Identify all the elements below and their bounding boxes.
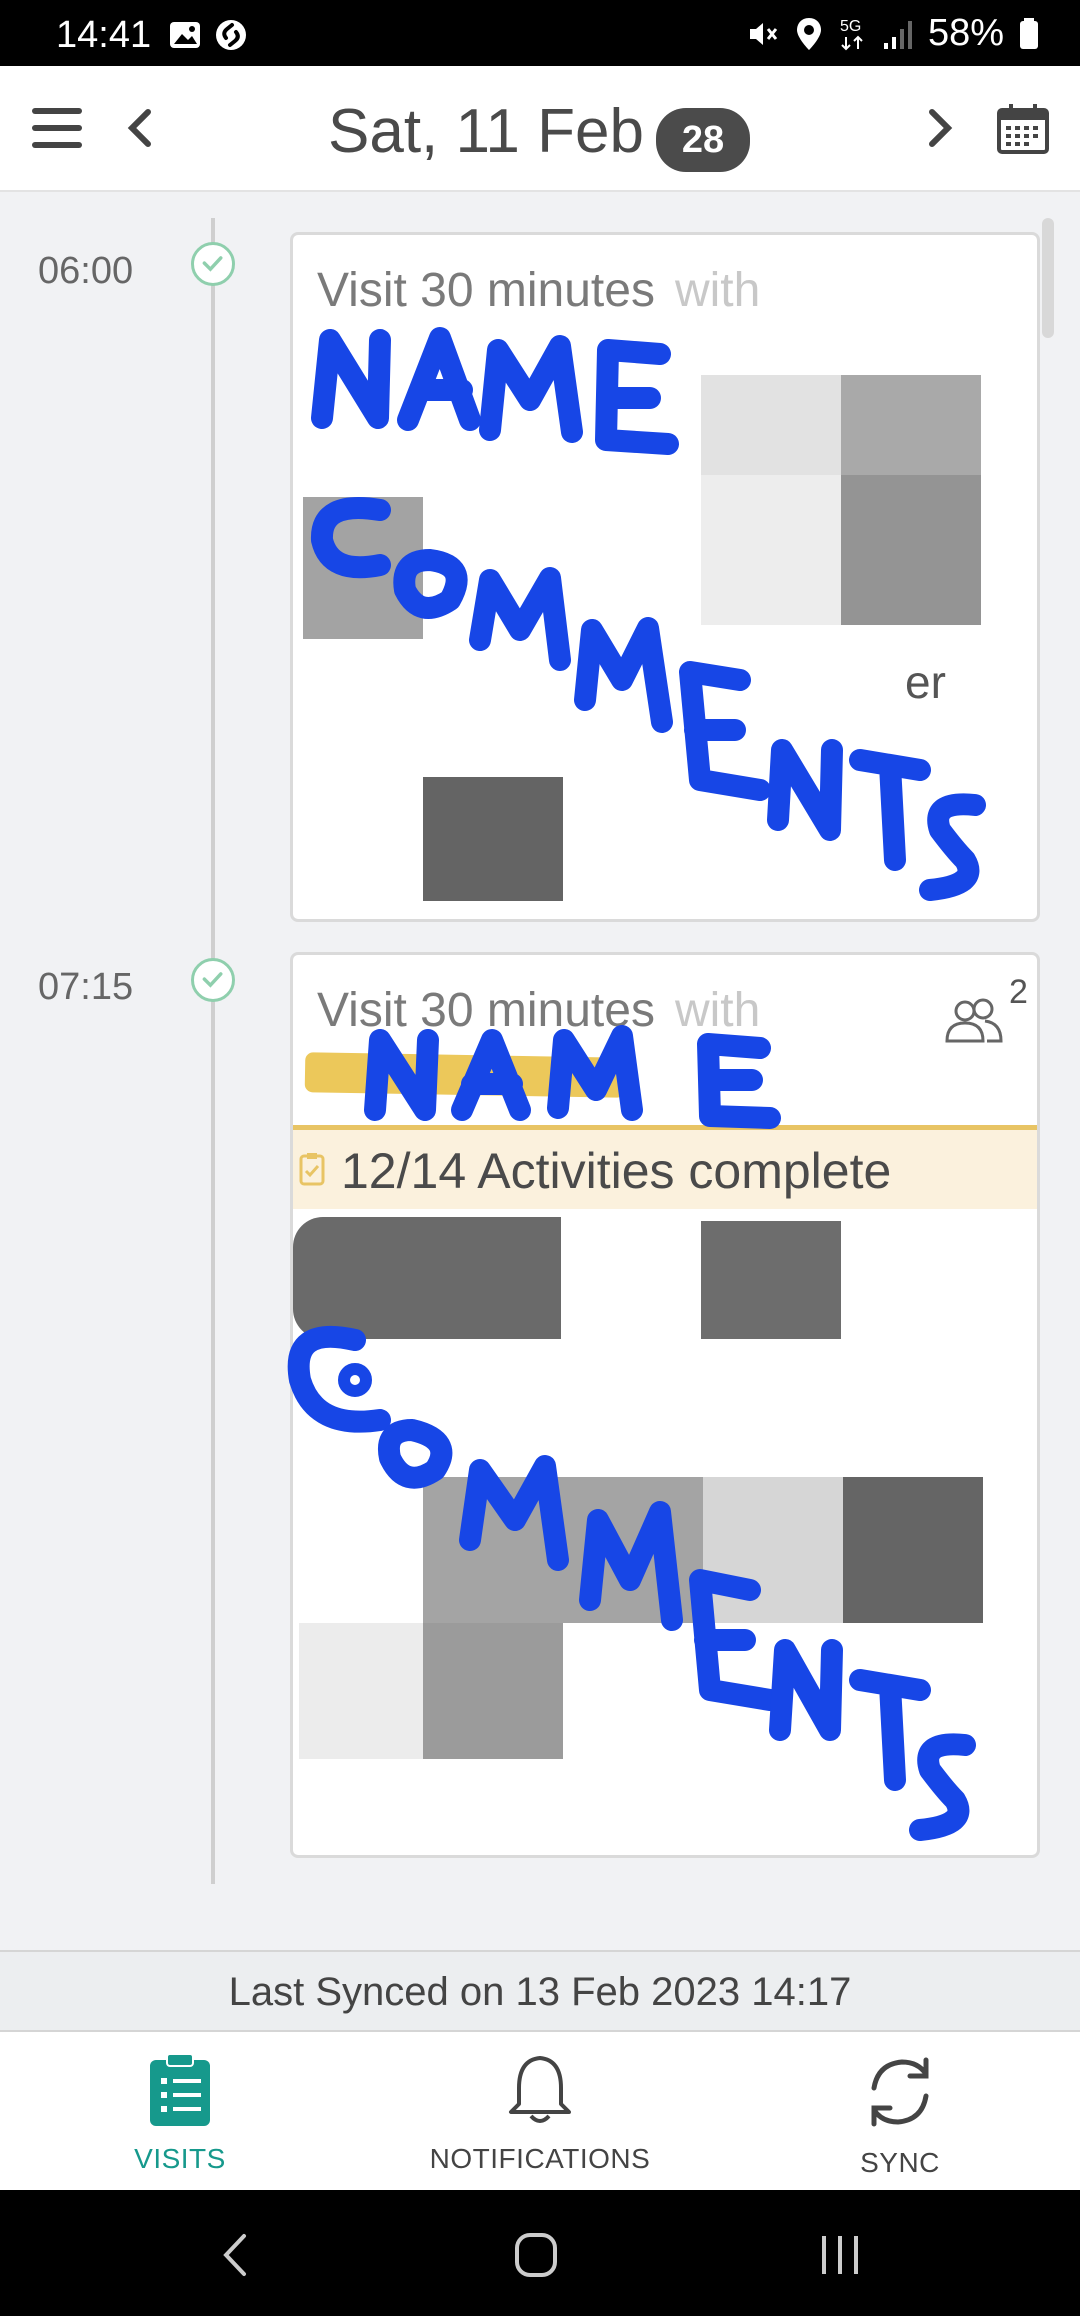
last-synced: Last Synced on 13 Feb 2023 14:17 bbox=[0, 1950, 1080, 2030]
status-bar: 14:41 5G 58% bbox=[0, 0, 1080, 66]
system-nav-bar bbox=[0, 2190, 1080, 2316]
highlight-mark bbox=[304, 1052, 626, 1098]
people-icon bbox=[945, 998, 1003, 1043]
nav-visits[interactable]: VISITS bbox=[100, 2052, 260, 2175]
chevron-left-icon[interactable] bbox=[122, 106, 158, 150]
activities-status: 12/14 Activities complete bbox=[341, 1143, 892, 1199]
battery-percent: 58% bbox=[927, 12, 1004, 54]
redacted-block bbox=[841, 375, 981, 475]
shazam-icon bbox=[216, 20, 246, 50]
status-right: 5G 58% bbox=[746, 12, 1040, 55]
location-icon bbox=[796, 17, 821, 50]
home-icon[interactable] bbox=[514, 2232, 558, 2278]
recents-icon[interactable] bbox=[818, 2234, 864, 2276]
visit-card[interactable]: Visit 30 minutes with 2 12/14 Activities … bbox=[290, 952, 1040, 1858]
back-icon[interactable] bbox=[220, 2232, 250, 2278]
chevron-right-icon[interactable] bbox=[922, 106, 958, 150]
nav-notifications[interactable]: NOTIFICATIONS bbox=[420, 2052, 660, 2175]
scrollbar[interactable] bbox=[1042, 218, 1054, 338]
visit-time: 06:00 bbox=[38, 250, 134, 292]
visit-text-fragment: er bbox=[905, 656, 946, 708]
timeline-line bbox=[211, 218, 215, 1884]
people-count: 2 bbox=[1009, 973, 1028, 1011]
visit-card[interactable]: Visit 30 minutes with er bbox=[290, 232, 1040, 922]
battery-icon bbox=[1020, 17, 1038, 49]
redacted-block bbox=[303, 497, 423, 639]
redacted-block bbox=[701, 375, 841, 475]
redacted-block bbox=[299, 1623, 423, 1759]
redacted-block bbox=[293, 1217, 561, 1339]
page-title[interactable]: Sat, 11 Feb bbox=[328, 96, 644, 167]
activities-bar[interactable]: 12/14 Activities complete bbox=[293, 1125, 1037, 1209]
check-circle-icon bbox=[191, 242, 235, 286]
menu-icon[interactable] bbox=[30, 104, 84, 152]
visit-time: 07:15 bbox=[38, 966, 134, 1008]
svg-text:5G: 5G bbox=[840, 18, 861, 35]
redacted-block bbox=[423, 777, 563, 901]
status-time: 14:41 bbox=[56, 14, 152, 56]
clipboard-check-icon bbox=[299, 1153, 325, 1186]
check-circle-icon bbox=[191, 958, 235, 1002]
redacted-block bbox=[841, 475, 981, 625]
visit-title: Visit 30 minutes with bbox=[317, 264, 761, 317]
redacted-block bbox=[423, 1477, 703, 1623]
bell-icon bbox=[509, 2056, 571, 2123]
gallery-icon bbox=[170, 22, 200, 48]
nav-sync-label: SYNC bbox=[860, 2147, 940, 2178]
redacted-block bbox=[701, 475, 841, 625]
redacted-block bbox=[703, 1477, 843, 1623]
mute-icon bbox=[749, 22, 778, 45]
redacted-block bbox=[423, 1623, 563, 1759]
bottom-nav: VISITS NOTIFICATIONS SYNC bbox=[0, 2030, 1080, 2190]
visits-clipboard-icon bbox=[150, 2053, 210, 2126]
sync-icon bbox=[871, 2057, 929, 2127]
date-badge: 28 bbox=[656, 108, 750, 172]
redacted-block bbox=[701, 1221, 841, 1339]
visit-title: Visit 30 minutes with bbox=[317, 984, 761, 1037]
calendar-icon[interactable] bbox=[996, 102, 1050, 156]
nav-notifications-label: NOTIFICATIONS bbox=[429, 2143, 651, 2174]
nav-visits-label: VISITS bbox=[134, 2143, 226, 2174]
signal-icon bbox=[883, 20, 912, 49]
nav-sync[interactable]: SYNC bbox=[820, 2052, 980, 2179]
app-header: Sat, 11 Feb 28 bbox=[0, 66, 1080, 192]
5g-icon: 5G bbox=[840, 18, 863, 50]
redacted-block bbox=[843, 1477, 983, 1623]
